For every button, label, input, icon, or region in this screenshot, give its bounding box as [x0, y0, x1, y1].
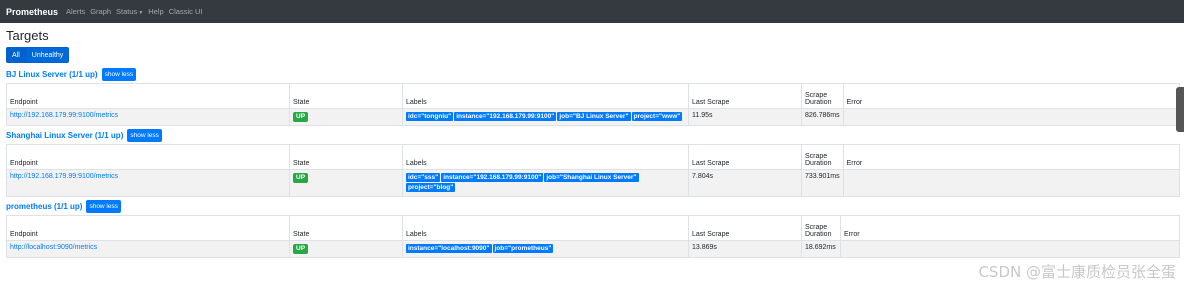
label-badge: instance="192.168.179.99:9100"	[454, 112, 557, 121]
label-badge: project="blog"	[406, 183, 456, 192]
label-badge: job="prometheus"	[492, 244, 554, 253]
page-title: Targets	[6, 28, 49, 43]
labels-cell: idc="tongniu" instance="192.168.179.99:91…	[402, 108, 689, 126]
col-labels: Labels	[402, 83, 689, 109]
endpoint-cell: http://192.168.179.99:9100/metrics	[6, 108, 290, 126]
col-error: Error	[842, 144, 1181, 170]
col-error: Error	[840, 215, 1180, 241]
filter-button-group: All Unhealthy	[6, 47, 1178, 63]
targets-table: Endpoint State Labels Last Scrape Scrape Dur…	[6, 215, 1180, 258]
col-endpoint: Endpoint	[6, 215, 290, 241]
scrape-duration-cell: 826.786ms	[801, 108, 844, 126]
col-last-scrape: Last Scrape	[688, 144, 802, 170]
state-badge: UP	[293, 112, 309, 122]
col-state: State	[289, 144, 403, 170]
nav-help[interactable]: Help	[148, 7, 163, 16]
col-state: State	[289, 83, 403, 109]
label-badge: project="www"	[631, 112, 683, 121]
state-cell: UP	[289, 108, 403, 126]
label-badge: job="BJ Linux Server"	[557, 112, 631, 121]
nav-status-dropdown[interactable]: Status▼	[116, 7, 143, 16]
scrollbar-handle[interactable]	[1176, 87, 1184, 132]
endpoint-link[interactable]: http://192.168.179.99:9100/metrics	[10, 112, 118, 119]
table-header-row: Endpoint State Labels Last Scrape Scrape Dur…	[6, 215, 1180, 241]
main-content: Targets All Unhealthy BJ Linux Server (1…	[0, 28, 1184, 258]
labels-cell: idc="sss" instance="192.168.179.99:9100" j…	[402, 169, 689, 197]
col-scrape-duration: Scrape Duration	[801, 144, 844, 170]
target-group-title[interactable]: BJ Linux Server (1/1 up)	[6, 70, 98, 79]
label-badge: instance="localhost:9090"	[406, 244, 492, 253]
col-scrape-duration: Scrape Duration	[801, 83, 844, 109]
filter-unhealthy-button[interactable]: Unhealthy	[25, 47, 70, 63]
caret-down-icon: ▼	[138, 10, 144, 16]
scrape-duration-cell: 733.901ms	[801, 169, 844, 197]
endpoint-cell: http://192.168.179.99:9100/metrics	[6, 169, 290, 197]
col-endpoint: Endpoint	[6, 83, 290, 109]
col-last-scrape: Last Scrape	[688, 83, 802, 109]
show-less-button[interactable]: show less	[86, 199, 121, 213]
show-less-button[interactable]: show less	[101, 67, 137, 81]
col-scrape-duration: Scrape Duration	[801, 215, 841, 241]
state-cell: UP	[289, 240, 403, 258]
col-state: State	[289, 215, 403, 241]
state-badge: UP	[293, 244, 309, 254]
target-group-header: prometheus (1/1 up) show less	[6, 199, 1178, 213]
state-cell: UP	[289, 169, 403, 197]
table-row: http://192.168.179.99:9100/metrics UP idc=…	[6, 169, 1181, 197]
col-error: Error	[842, 83, 1181, 109]
watermark: CSDN @富士康质检员张全蛋	[978, 263, 1176, 281]
endpoint-link[interactable]: http://localhost:9090/metrics	[10, 244, 97, 251]
targets-table: Endpoint State Labels Last Scrape Scrape Dur…	[6, 144, 1181, 197]
target-group-title[interactable]: prometheus (1/1 up)	[6, 202, 82, 211]
nav-alerts[interactable]: Alerts	[66, 7, 85, 16]
nav-status-label: Status	[116, 7, 138, 16]
show-less-button[interactable]: show less	[127, 128, 162, 142]
nav-classic-ui[interactable]: Classic UI	[169, 7, 203, 16]
state-badge: UP	[293, 173, 309, 183]
last-scrape-cell: 7.804s	[688, 169, 802, 197]
brand-link[interactable]: Prometheus	[6, 7, 58, 17]
target-groups: BJ Linux Server (1/1 up) show less Endpoin…	[6, 67, 1181, 258]
error-cell	[842, 108, 1181, 126]
table-row: http://localhost:9090/metrics UP instance=…	[6, 240, 1180, 258]
table-header-row: Endpoint State Labels Last Scrape Scrape Dur…	[6, 83, 1181, 109]
top-navbar: Prometheus Alerts Graph Status▼ Help Cla…	[0, 0, 1184, 23]
label-badge: idc="tongniu"	[406, 112, 454, 121]
last-scrape-cell: 11.95s	[688, 108, 802, 126]
table-header-row: Endpoint State Labels Last Scrape Scrape Dur…	[6, 144, 1181, 170]
target-group-title[interactable]: Shanghai Linux Server (1/1 up)	[6, 131, 123, 140]
target-group-header: BJ Linux Server (1/1 up) show less	[6, 67, 1178, 81]
nav-graph[interactable]: Graph	[90, 7, 111, 16]
endpoint-cell: http://localhost:9090/metrics	[6, 240, 290, 258]
col-labels: Labels	[402, 144, 689, 170]
labels-cell: instance="localhost:9090" job="prometheus…	[402, 240, 689, 258]
scrape-duration-cell: 18.692ms	[801, 240, 841, 258]
endpoint-link[interactable]: http://192.168.179.99:9100/metrics	[10, 173, 118, 180]
table-row: http://192.168.179.99:9100/metrics UP idc=…	[6, 108, 1181, 126]
label-badge: instance="192.168.179.99:9100"	[441, 173, 544, 182]
col-endpoint: Endpoint	[6, 144, 290, 170]
label-badge: job="Shanghai Linux Server"	[544, 173, 639, 182]
filter-all-button[interactable]: All	[6, 47, 26, 63]
col-last-scrape: Last Scrape	[688, 215, 802, 241]
targets-table: Endpoint State Labels Last Scrape Scrape Dur…	[6, 83, 1181, 126]
target-group-header: Shanghai Linux Server (1/1 up) show less	[6, 128, 1178, 142]
col-labels: Labels	[402, 215, 689, 241]
error-cell	[840, 240, 1180, 258]
error-cell	[842, 169, 1181, 197]
last-scrape-cell: 13.869s	[688, 240, 802, 258]
label-badge: idc="sss"	[406, 173, 441, 182]
